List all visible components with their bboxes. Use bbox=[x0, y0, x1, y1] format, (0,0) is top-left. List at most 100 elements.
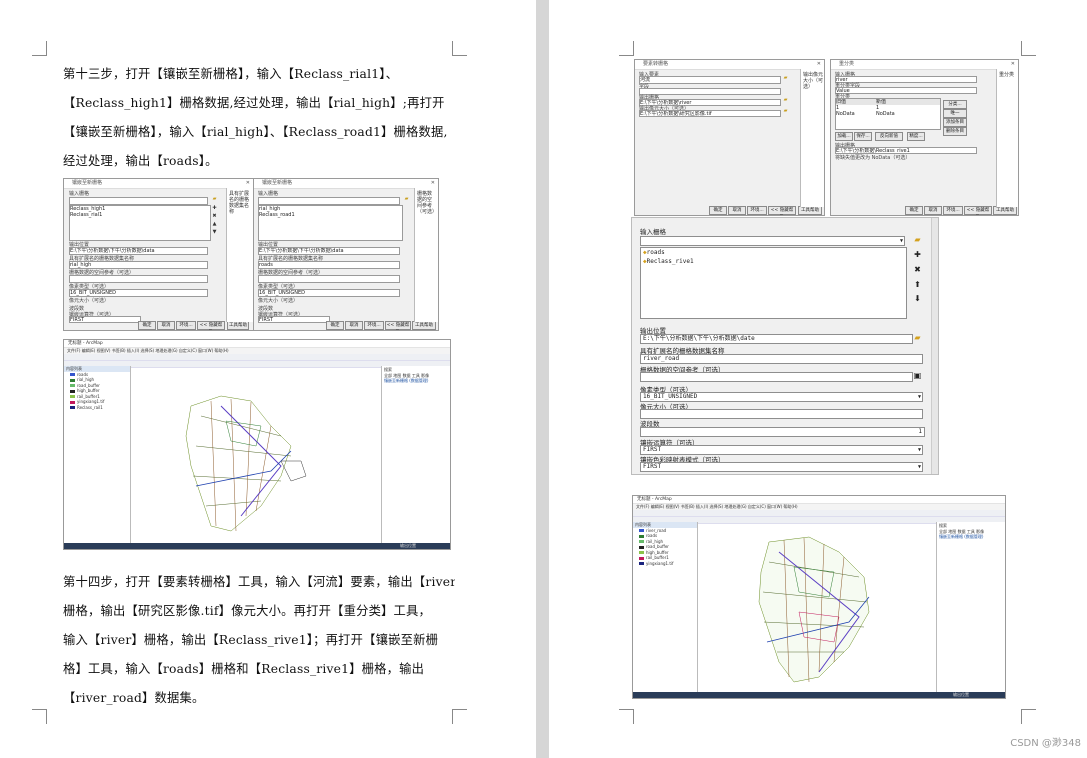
search-result-link[interactable]: 镶嵌至新栅格 (数据管理) bbox=[939, 534, 1003, 540]
ok-button[interactable]: 确定 bbox=[905, 206, 923, 215]
list-item[interactable]: Reclass_rial1 bbox=[70, 212, 210, 218]
add-icon[interactable]: ✚ bbox=[913, 250, 922, 259]
environment-button[interactable]: 环境... bbox=[943, 206, 963, 215]
tool-help-button[interactable]: 工具帮助 bbox=[993, 206, 1017, 215]
name-field[interactable]: rial_high bbox=[69, 261, 208, 269]
ok-button[interactable]: 确定 bbox=[709, 206, 727, 215]
search-tab[interactable]: 数据 bbox=[403, 373, 411, 378]
search-tab[interactable]: 地图 bbox=[393, 373, 401, 378]
environment-button[interactable]: 环境... bbox=[747, 206, 767, 215]
unique-button[interactable]: 唯一 bbox=[943, 109, 967, 118]
reverse-button[interactable]: 反向新值 bbox=[875, 132, 903, 141]
hide-help-button[interactable]: << 隐藏帮助 bbox=[964, 206, 992, 215]
input-list[interactable]: rial_high Reclass_road1 bbox=[258, 205, 403, 241]
classify-button[interactable]: 分类... bbox=[943, 100, 967, 109]
cancel-button[interactable]: 取消 bbox=[924, 206, 942, 215]
load-button[interactable]: 加载... bbox=[835, 132, 853, 141]
tool-help-button[interactable]: 工具帮助 bbox=[798, 206, 822, 215]
close-icon[interactable]: ✕ bbox=[817, 60, 821, 69]
output-field[interactable]: E:\下午\分析数据\Reclass_rive1 bbox=[835, 147, 977, 154]
input-select[interactable]: 河流 bbox=[639, 76, 781, 84]
precision-button[interactable]: 精度... bbox=[907, 132, 925, 141]
down-arrow-icon[interactable]: ⬇ bbox=[913, 294, 922, 303]
list-item[interactable]: ◆Reclass_rive1 bbox=[643, 257, 906, 266]
search-tab[interactable]: 全部 bbox=[384, 373, 392, 378]
folder-icon[interactable]: ▰ bbox=[212, 197, 217, 202]
search-result-link[interactable]: 镶嵌至新栅格 (数据管理) bbox=[384, 378, 448, 384]
folder-icon[interactable]: ▰ bbox=[404, 197, 409, 202]
chevron-down-icon[interactable]: ▼ bbox=[918, 446, 921, 454]
add-entry-button[interactable]: 添加条目 bbox=[943, 118, 967, 127]
pixel-select[interactable]: 16_BIT_UNSIGNED bbox=[258, 289, 400, 297]
add-icon[interactable]: ✚ bbox=[212, 206, 217, 211]
colormap-select[interactable]: FIRST ▼ bbox=[640, 462, 923, 472]
table-row[interactable]: NoData NoData bbox=[836, 111, 940, 117]
chevron-down-icon[interactable]: ▼ bbox=[900, 237, 903, 245]
cell-field[interactable]: E:\下午\分析数据\研究区影像.tif bbox=[639, 110, 781, 117]
spatial-reference-icon[interactable]: ▣ bbox=[913, 371, 922, 380]
tool-help-button[interactable]: 工具帮助 bbox=[227, 321, 249, 330]
hide-help-button[interactable]: << 隐藏帮助 bbox=[197, 321, 225, 330]
output-path-field[interactable]: E:\下午\分析数据\下午\分析数据\date bbox=[640, 334, 913, 344]
folder-icon[interactable]: ▰ bbox=[913, 235, 922, 244]
folder-icon[interactable]: ▰ bbox=[913, 333, 922, 342]
list-item[interactable]: Reclass_road1 bbox=[259, 212, 402, 218]
environment-button[interactable]: 环境... bbox=[364, 321, 384, 330]
remove-icon[interactable]: ✖ bbox=[913, 265, 922, 274]
environment-button[interactable]: 环境... bbox=[176, 321, 196, 330]
cell-field[interactable] bbox=[640, 409, 923, 419]
search-tab[interactable]: 工具 bbox=[412, 373, 420, 378]
sr-field[interactable] bbox=[640, 372, 913, 382]
folder-icon[interactable]: ▰ bbox=[783, 76, 788, 81]
close-icon[interactable]: ✕ bbox=[1011, 60, 1015, 69]
layer-item[interactable]: Reclass_rail1 bbox=[64, 405, 130, 411]
search-tab[interactable]: 数据 bbox=[958, 529, 966, 534]
folder-icon[interactable]: ▰ bbox=[783, 98, 788, 103]
table-cell[interactable]: NoData bbox=[876, 111, 895, 117]
input-dropdown[interactable] bbox=[69, 197, 208, 205]
search-tab[interactable]: 工具 bbox=[967, 529, 975, 534]
output-path-field[interactable]: E:\下午\分析数据\下午\分析数据\data bbox=[69, 247, 208, 255]
sr-field[interactable] bbox=[69, 275, 208, 283]
input-list[interactable]: Reclass_high1 Reclass_rial1 bbox=[69, 205, 211, 241]
mosaic-select[interactable]: FIRST bbox=[258, 316, 330, 323]
chevron-down-icon[interactable]: ▼ bbox=[918, 393, 921, 401]
up-arrow-icon[interactable]: ⬆ bbox=[913, 280, 922, 289]
layer-item[interactable]: yingxiang1.tif bbox=[633, 561, 697, 567]
pixel-select[interactable]: 16_BIT_UNSIGNED bbox=[69, 289, 208, 297]
cancel-button[interactable]: 取消 bbox=[728, 206, 746, 215]
delete-entry-button[interactable]: 删除条目 bbox=[943, 127, 967, 136]
save-button[interactable]: 保存... bbox=[854, 132, 872, 141]
search-tab[interactable]: 影像 bbox=[976, 529, 984, 534]
remove-icon[interactable]: ✖ bbox=[212, 214, 217, 219]
map-view[interactable] bbox=[131, 366, 381, 543]
search-tab[interactable]: 全部 bbox=[939, 529, 947, 534]
search-tab[interactable]: 地图 bbox=[948, 529, 956, 534]
up-arrow-icon[interactable]: ▲ bbox=[212, 222, 217, 227]
input-dropdown[interactable] bbox=[258, 197, 400, 205]
field-select[interactable] bbox=[639, 88, 781, 95]
output-path-field[interactable]: E:\下午\分析数据\下午\分析数据\data bbox=[258, 247, 400, 255]
sr-field[interactable] bbox=[258, 275, 400, 283]
cancel-button[interactable]: 取消 bbox=[345, 321, 363, 330]
ok-button[interactable]: 确定 bbox=[326, 321, 344, 330]
hide-help-button[interactable]: << 隐藏帮助 bbox=[768, 206, 796, 215]
reclass-table[interactable]: 旧值 新值 11 NoData NoData bbox=[835, 98, 941, 130]
ok-button[interactable]: 确定 bbox=[138, 321, 156, 330]
name-field[interactable]: river_road bbox=[640, 354, 923, 364]
toolbar[interactable] bbox=[633, 510, 1005, 517]
name-field[interactable]: roads bbox=[258, 261, 400, 269]
input-dropdown[interactable]: ▼ bbox=[640, 236, 905, 246]
nodata-checkbox[interactable]: 将缺失值更改为 NoData（可选） bbox=[835, 154, 910, 161]
field-select[interactable]: Value bbox=[835, 87, 977, 94]
bands-field[interactable]: 1 bbox=[640, 427, 925, 437]
list-item[interactable]: ◆roads bbox=[643, 248, 906, 257]
search-tab[interactable]: 影像 bbox=[421, 373, 429, 378]
close-icon[interactable]: ✕ bbox=[246, 179, 250, 188]
chevron-down-icon[interactable]: ▼ bbox=[918, 463, 921, 471]
folder-icon[interactable]: ▰ bbox=[783, 109, 788, 114]
down-arrow-icon[interactable]: ▼ bbox=[212, 230, 217, 235]
close-icon[interactable]: ✕ bbox=[431, 179, 435, 188]
scrollbar[interactable] bbox=[931, 218, 938, 474]
map-view[interactable] bbox=[699, 522, 935, 692]
